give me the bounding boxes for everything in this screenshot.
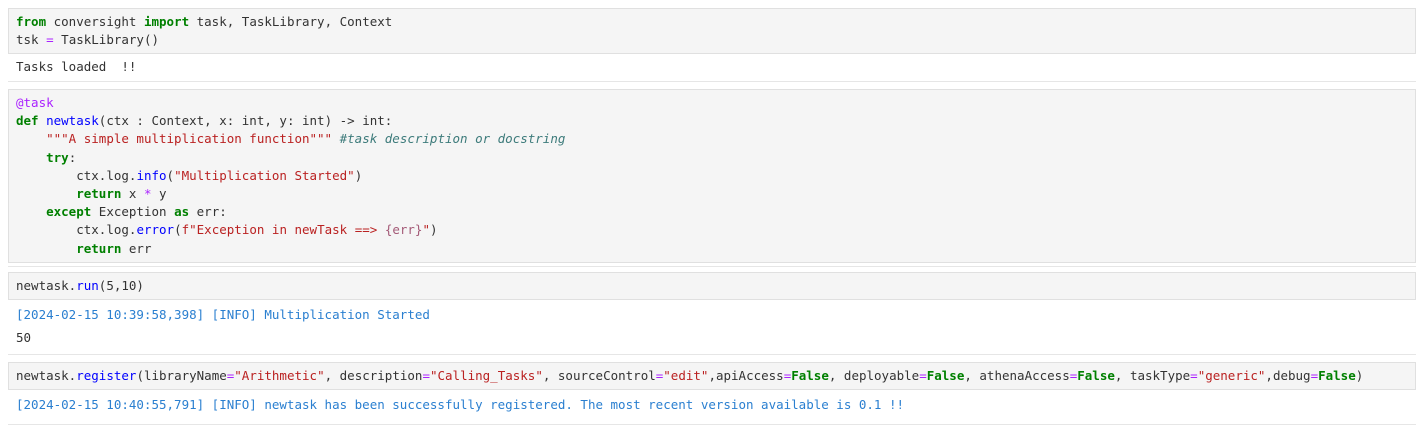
param: , athenaAccess — [964, 368, 1070, 383]
cell-output: [2024-02-15 10:40:55,791] [INFO] newtask… — [8, 396, 1416, 414]
cell-divider — [8, 424, 1416, 425]
string: f"Exception in newTask ==> — [181, 222, 385, 238]
code-line: tsk = TaskLibrary() — [16, 31, 1408, 49]
param: (libraryName — [136, 368, 227, 383]
operator: = — [422, 368, 430, 383]
cell-output: Tasks loaded !! — [8, 58, 1416, 76]
docstring: """A simple multiplication function""" — [46, 131, 333, 147]
decorator: @task — [16, 95, 54, 110]
module-name: conversight — [46, 14, 144, 29]
comment: #task description or docstring — [332, 131, 566, 147]
object: ctx.log. — [76, 167, 137, 183]
arguments: (5,10) — [98, 278, 144, 293]
log-output: [2024-02-15 10:40:55,791] [INFO] newtask… — [16, 397, 905, 412]
signature: (ctx : Context, x: int, y: int) -> int: — [98, 113, 393, 129]
result-value: 50 — [16, 330, 32, 345]
string: "generic" — [1197, 368, 1266, 383]
method-name: register — [76, 368, 137, 383]
keyword: from — [16, 14, 47, 29]
code-line: @task — [16, 94, 1408, 112]
punctuation: ) — [354, 167, 363, 183]
exception-class: Exception — [91, 204, 175, 220]
code-line: from conversight import task, TaskLibrar… — [16, 13, 1408, 31]
log-output: [2024-02-15 10:39:58,398] [INFO] Multipl… — [16, 307, 430, 322]
punctuation: ) — [429, 222, 438, 238]
variable: y — [151, 185, 167, 201]
constant: False — [791, 368, 829, 383]
punctuation: : — [68, 149, 77, 165]
string: "Multiplication Started" — [174, 167, 355, 183]
operator: = — [1190, 368, 1198, 383]
param: , taskType — [1114, 368, 1191, 383]
variable: err — [121, 240, 152, 256]
string: "Calling_Tasks" — [429, 368, 543, 383]
cell-divider — [8, 354, 1416, 355]
string: " — [422, 222, 430, 238]
import-names: task, TaskLibrary, Context — [189, 14, 393, 29]
keyword: return — [76, 240, 122, 256]
operator: = — [919, 368, 927, 383]
object: newtask. — [16, 278, 77, 293]
code-line: return x * y — [16, 185, 1408, 203]
keyword: def — [16, 113, 39, 129]
object: ctx.log. — [76, 222, 137, 238]
param: , deployable — [828, 368, 920, 383]
param: ,apiAccess — [708, 368, 784, 383]
string-interpolation: {err} — [384, 222, 423, 238]
punctuation: ) — [1355, 368, 1364, 383]
constant: False — [1318, 368, 1356, 383]
operator: = — [46, 32, 54, 48]
keyword: return — [76, 185, 122, 201]
keyword: except — [46, 204, 92, 220]
output-text: Tasks loaded !! — [16, 59, 137, 74]
operator: = — [1310, 368, 1319, 383]
variable: err: — [189, 204, 227, 220]
code-line: ctx.log.error(f"Exception in newTask ==>… — [16, 221, 1408, 239]
keyword: try — [46, 149, 69, 165]
cell-divider — [8, 81, 1416, 82]
constant: False — [926, 368, 965, 383]
cell-output: [2024-02-15 10:39:58,398] [INFO] Multipl… — [8, 306, 1416, 324]
method-name: info — [136, 167, 167, 183]
cell-result: 50 — [8, 329, 1416, 347]
method-name: error — [136, 222, 175, 238]
variable: tsk — [16, 32, 47, 48]
code-line: try: — [16, 149, 1408, 167]
code-line: except Exception as err: — [16, 203, 1408, 221]
punctuation: ( — [166, 167, 175, 183]
object: newtask. — [16, 368, 77, 383]
code-cell-register[interactable]: newtask.register(libraryName = "Arithmetic… — [8, 362, 1416, 391]
variable: x — [121, 185, 144, 201]
param: ,debug — [1265, 368, 1311, 383]
string: "Arithmetic" — [234, 368, 325, 383]
method-name: run — [76, 278, 99, 293]
code-cell-import[interactable]: from conversight import task, TaskLibrar… — [8, 8, 1416, 55]
param: , description — [324, 368, 423, 383]
code-line: def newtask(ctx : Context, x: int, y: in… — [16, 112, 1408, 130]
code-cell-run[interactable]: newtask.run(5,10) — [8, 272, 1416, 301]
code-line: """A simple multiplication function""" #… — [16, 130, 1408, 148]
keyword: import — [143, 14, 190, 29]
function-name: newtask — [46, 113, 99, 129]
code-line: return err — [16, 240, 1408, 258]
cell-divider — [8, 266, 1416, 267]
string: "edit" — [663, 368, 709, 383]
code-line: ctx.log.info("Multiplication Started") — [16, 167, 1408, 185]
call: TaskLibrary() — [53, 32, 159, 48]
param: , sourceControl — [542, 368, 656, 383]
code-cell-task-definition[interactable]: @task def newtask(ctx : Context, x: int, … — [8, 89, 1416, 263]
code-line: newtask.register(libraryName = "Arithmetic… — [16, 367, 1408, 385]
constant: False — [1077, 368, 1115, 383]
code-line: newtask.run(5,10) — [16, 277, 1408, 295]
punctuation: ( — [174, 222, 182, 238]
keyword: as — [174, 204, 190, 220]
